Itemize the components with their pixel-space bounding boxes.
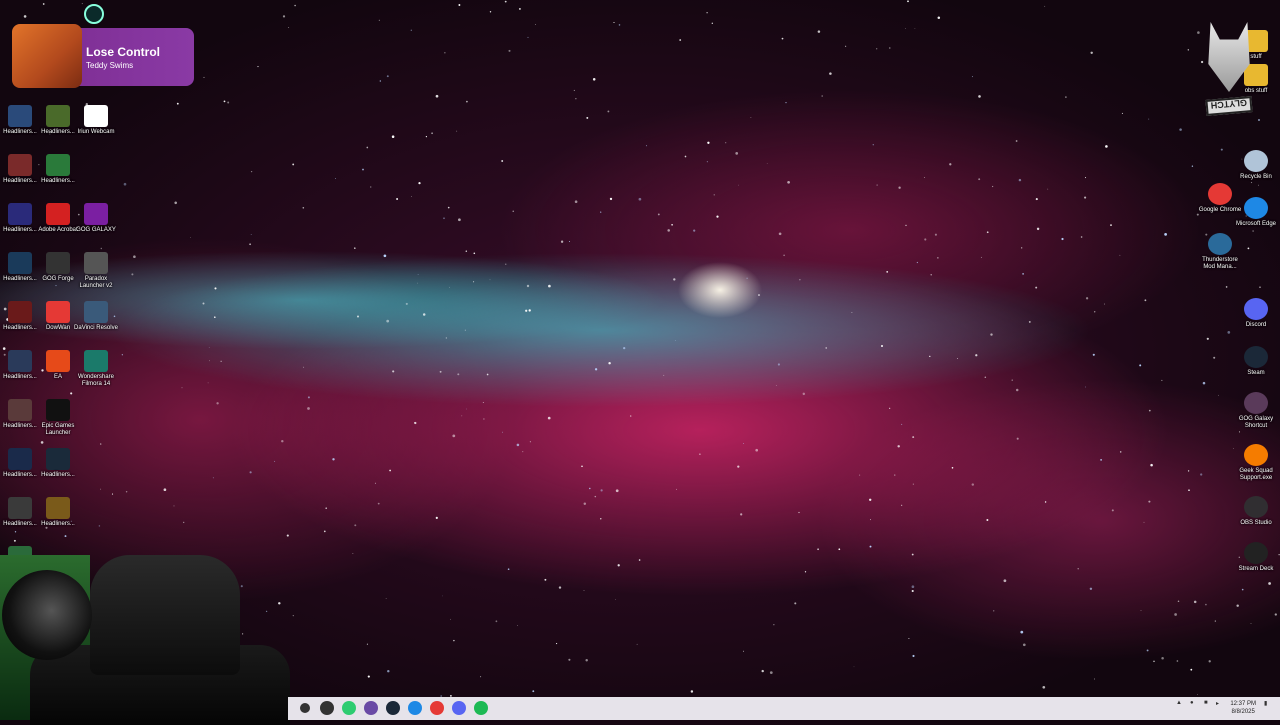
chrome-icon[interactable] — [430, 701, 444, 715]
desktop-icon[interactable]: Headliners... — [34, 154, 82, 185]
desktop-icon[interactable]: Discord — [1232, 298, 1280, 329]
desktop-icon[interactable]: Stream Deck — [1232, 542, 1280, 573]
desktop-icon[interactable]: Thunderstore Mod Mana... — [1196, 233, 1244, 271]
desktop-icon[interactable]: OBS Studio — [1232, 496, 1280, 527]
webcam-overlay — [0, 555, 290, 725]
discord-icon[interactable] — [452, 701, 466, 715]
microphone — [2, 570, 92, 660]
streamlabs-icon[interactable] — [342, 701, 356, 715]
recycle-bin-icon — [1244, 150, 1268, 172]
acrobat-icon — [46, 203, 70, 225]
desktop-icon-label: Epic Games Launcher — [41, 423, 75, 436]
headliners-icon — [46, 154, 70, 176]
desktop-icon-label: Headliners... — [41, 178, 75, 184]
desktop-icon[interactable]: Steam — [1232, 346, 1280, 377]
now-playing-widget[interactable]: Lose Control Teddy Swims — [12, 24, 194, 88]
spotify-icon[interactable] — [474, 701, 488, 715]
desktop-icon-label: Headliners... — [41, 472, 75, 478]
desktop-icon-label: Thunderstore Mod Mana... — [1202, 257, 1238, 270]
desktop-icon-label: GOG GALAXY — [76, 227, 116, 233]
desktop-icon-label: Headliners... — [41, 521, 75, 527]
tray-chevron-icon[interactable]: ▲ — [1176, 700, 1182, 706]
clock-date: 8/8/2025 — [1231, 709, 1255, 715]
desktop-icon[interactable]: Geek Squad Support.exe — [1232, 444, 1280, 482]
gog-icon[interactable] — [364, 701, 378, 715]
headliners-icon — [8, 203, 32, 225]
headliners-icon — [8, 105, 32, 127]
start-icon[interactable] — [300, 703, 310, 713]
desktop-icon-label: Discord — [1245, 322, 1267, 328]
notification-icon[interactable]: ▮ — [1264, 700, 1267, 707]
desktop-icon[interactable]: Epic Games Launcher — [34, 399, 82, 437]
desktop-icon-label: Wondershare Filmora 14 — [78, 374, 114, 387]
fox-logo-icon — [1208, 22, 1250, 92]
desktop-icon[interactable]: Microsoft Edge — [1232, 197, 1280, 228]
desktop-icon-label: GOG Galaxy Shortcut — [1238, 416, 1274, 429]
ea-icon — [46, 350, 70, 372]
desktop-icon-label: Steam — [1247, 370, 1265, 376]
chrome-icon — [1208, 183, 1232, 205]
desktop-icon-label: Microsoft Edge — [1235, 221, 1277, 227]
desktop-icon-label: Stream Deck — [1238, 566, 1274, 572]
taskbar: ▲ ● ■ ▸ 12:37 PM 8/8/2025 ▮ — [288, 697, 1280, 720]
chair-back — [90, 555, 240, 675]
desktop-icon[interactable]: Paradox Launcher v2 — [72, 252, 120, 290]
stream-deck-icon — [1244, 542, 1268, 564]
clock[interactable]: 12:37 PM 8/8/2025 — [1230, 700, 1256, 716]
volume-icon[interactable]: ▸ — [1216, 700, 1219, 707]
desktop-icon[interactable]: Headliners... — [34, 497, 82, 528]
obs-icon[interactable] — [320, 701, 334, 715]
desktop-icon-label: DaVinci Resolve — [74, 325, 118, 331]
album-art — [12, 24, 82, 88]
edge-icon — [1244, 197, 1268, 219]
desktop-icon-label: OBS Studio — [1240, 520, 1272, 526]
obs-icon — [1244, 496, 1268, 518]
epic-games-icon — [46, 399, 70, 421]
glytch-logo: GLYTCH — [1204, 12, 1256, 130]
headliners-icon — [8, 301, 32, 323]
webcam-icon — [84, 105, 108, 127]
mic-tray-icon[interactable]: ● — [1190, 700, 1194, 706]
steam-icon — [1244, 346, 1268, 368]
power-icon[interactable] — [84, 4, 104, 24]
forge-icon — [46, 252, 70, 274]
steam-icon[interactable] — [386, 701, 400, 715]
desktop-icon[interactable]: GOG Galaxy Shortcut — [1232, 392, 1280, 430]
logo-text: GLYTCH — [1205, 96, 1253, 116]
desktop-icon[interactable]: Headliners... — [34, 448, 82, 479]
filmora-icon — [84, 350, 108, 372]
network-icon[interactable]: ■ — [1204, 700, 1208, 706]
discord-icon — [1244, 298, 1268, 320]
desktop-icon-label: Iriun Webcam — [77, 129, 115, 135]
dowwan-icon — [46, 301, 70, 323]
edge-icon[interactable] — [408, 701, 422, 715]
desktop-icon[interactable]: Iriun Webcam — [72, 105, 120, 136]
desktop-icon[interactable]: DaVinci Resolve — [72, 301, 120, 332]
desktop-icon[interactable]: Wondershare Filmora 14 — [72, 350, 120, 388]
headliners-icon — [46, 105, 70, 127]
headliners-icon — [46, 497, 70, 519]
headliners-icon — [8, 252, 32, 274]
desktop-icon-label: Geek Squad Support.exe — [1239, 468, 1273, 481]
paradox-icon — [84, 252, 108, 274]
gog-shortcut-icon — [1244, 392, 1268, 414]
gog-galaxy-icon — [84, 203, 108, 225]
desktop-icon-label: Paradox Launcher v2 — [79, 276, 113, 289]
headliners-icon — [8, 154, 32, 176]
desktop-icon[interactable]: GOG GALAXY — [72, 203, 120, 234]
clock-time: 12:37 PM — [1230, 701, 1256, 707]
davinci-icon — [84, 301, 108, 323]
headliners-icon — [8, 497, 32, 519]
headliners-icon — [46, 448, 70, 470]
geek-squad-icon — [1244, 444, 1268, 466]
track-artist: Teddy Swims — [86, 61, 134, 70]
desktop-icon[interactable]: Recycle Bin — [1232, 150, 1280, 181]
headliners-icon — [8, 399, 32, 421]
desktop-icon-label: Recycle Bin — [1240, 174, 1272, 180]
track-title: Lose Control — [86, 45, 160, 59]
headliners-icon — [8, 448, 32, 470]
thunderstore-icon — [1208, 233, 1232, 255]
headliners-icon — [8, 350, 32, 372]
